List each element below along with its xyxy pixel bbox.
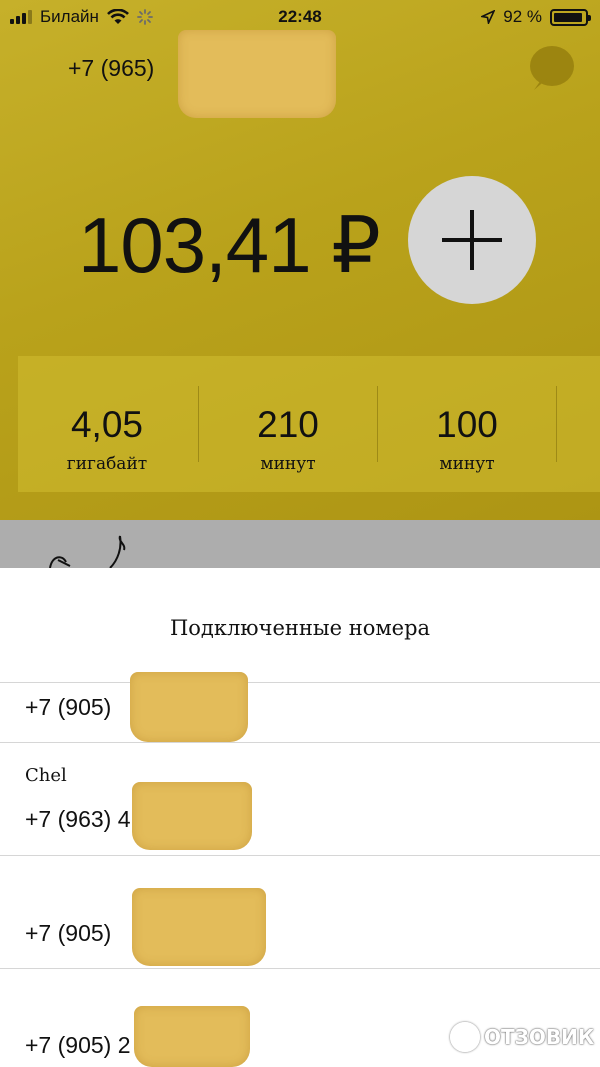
divider [0,968,600,969]
quota-value: 100 [436,404,498,445]
divider [0,742,600,743]
quota-minutes[interactable]: 210 минут [199,356,377,492]
quota-unit: минут [439,454,495,474]
account-header: Билайн 22:48 92 % +7 (965) 103,41 ₽ 4,05… [0,0,600,520]
quota-value: 210 [257,404,319,445]
account-phone-number[interactable]: +7 (965) [68,55,154,82]
battery-percent: 92 % [503,7,542,26]
chat-bubble-icon[interactable] [530,46,574,86]
redaction-mark [178,30,336,118]
contact-name: Chel [25,765,67,786]
phone-number: +7 (905) [25,920,112,946]
watermark: ОТЗОВИК [450,1022,594,1052]
divider [0,682,600,683]
quota-value: 4,05 [70,404,143,445]
sketch-illustration-icon [49,535,126,568]
quota-minutes[interactable]: 100 минут [378,356,556,492]
connected-numbers-sheet: Подключенные номера +7 (905) Chel +7 (96… [0,568,600,1067]
redaction-mark [130,672,248,742]
watermark-text: ОТЗОВИК [484,1025,595,1049]
quota-unit: гигабайт [66,454,148,474]
watermark-logo-icon [450,1022,480,1052]
quota-unit: минут [260,454,316,474]
battery-level [554,12,582,22]
divider [556,386,557,462]
location-arrow-icon [481,10,496,24]
phone-number: +7 (905) [25,694,112,720]
redaction-mark [132,782,252,850]
phone-number: +7 (905) 2 [25,1032,131,1058]
phone-number: +7 (963) 4 [25,806,131,832]
redaction-mark [132,888,266,966]
dimmed-background [0,520,600,568]
quota-panel: 4,05 гигабайт 210 минут 100 минут [18,356,600,492]
redaction-mark [134,1006,250,1067]
battery-icon [550,8,591,26]
top-up-button[interactable] [408,176,536,304]
quota-data[interactable]: 4,05 гигабайт [18,356,196,492]
status-right: 92 % [481,7,591,27]
divider [0,855,600,856]
balance-amount: 103,41 ₽ [78,201,381,289]
sheet-title: Подключенные номера [169,616,431,640]
